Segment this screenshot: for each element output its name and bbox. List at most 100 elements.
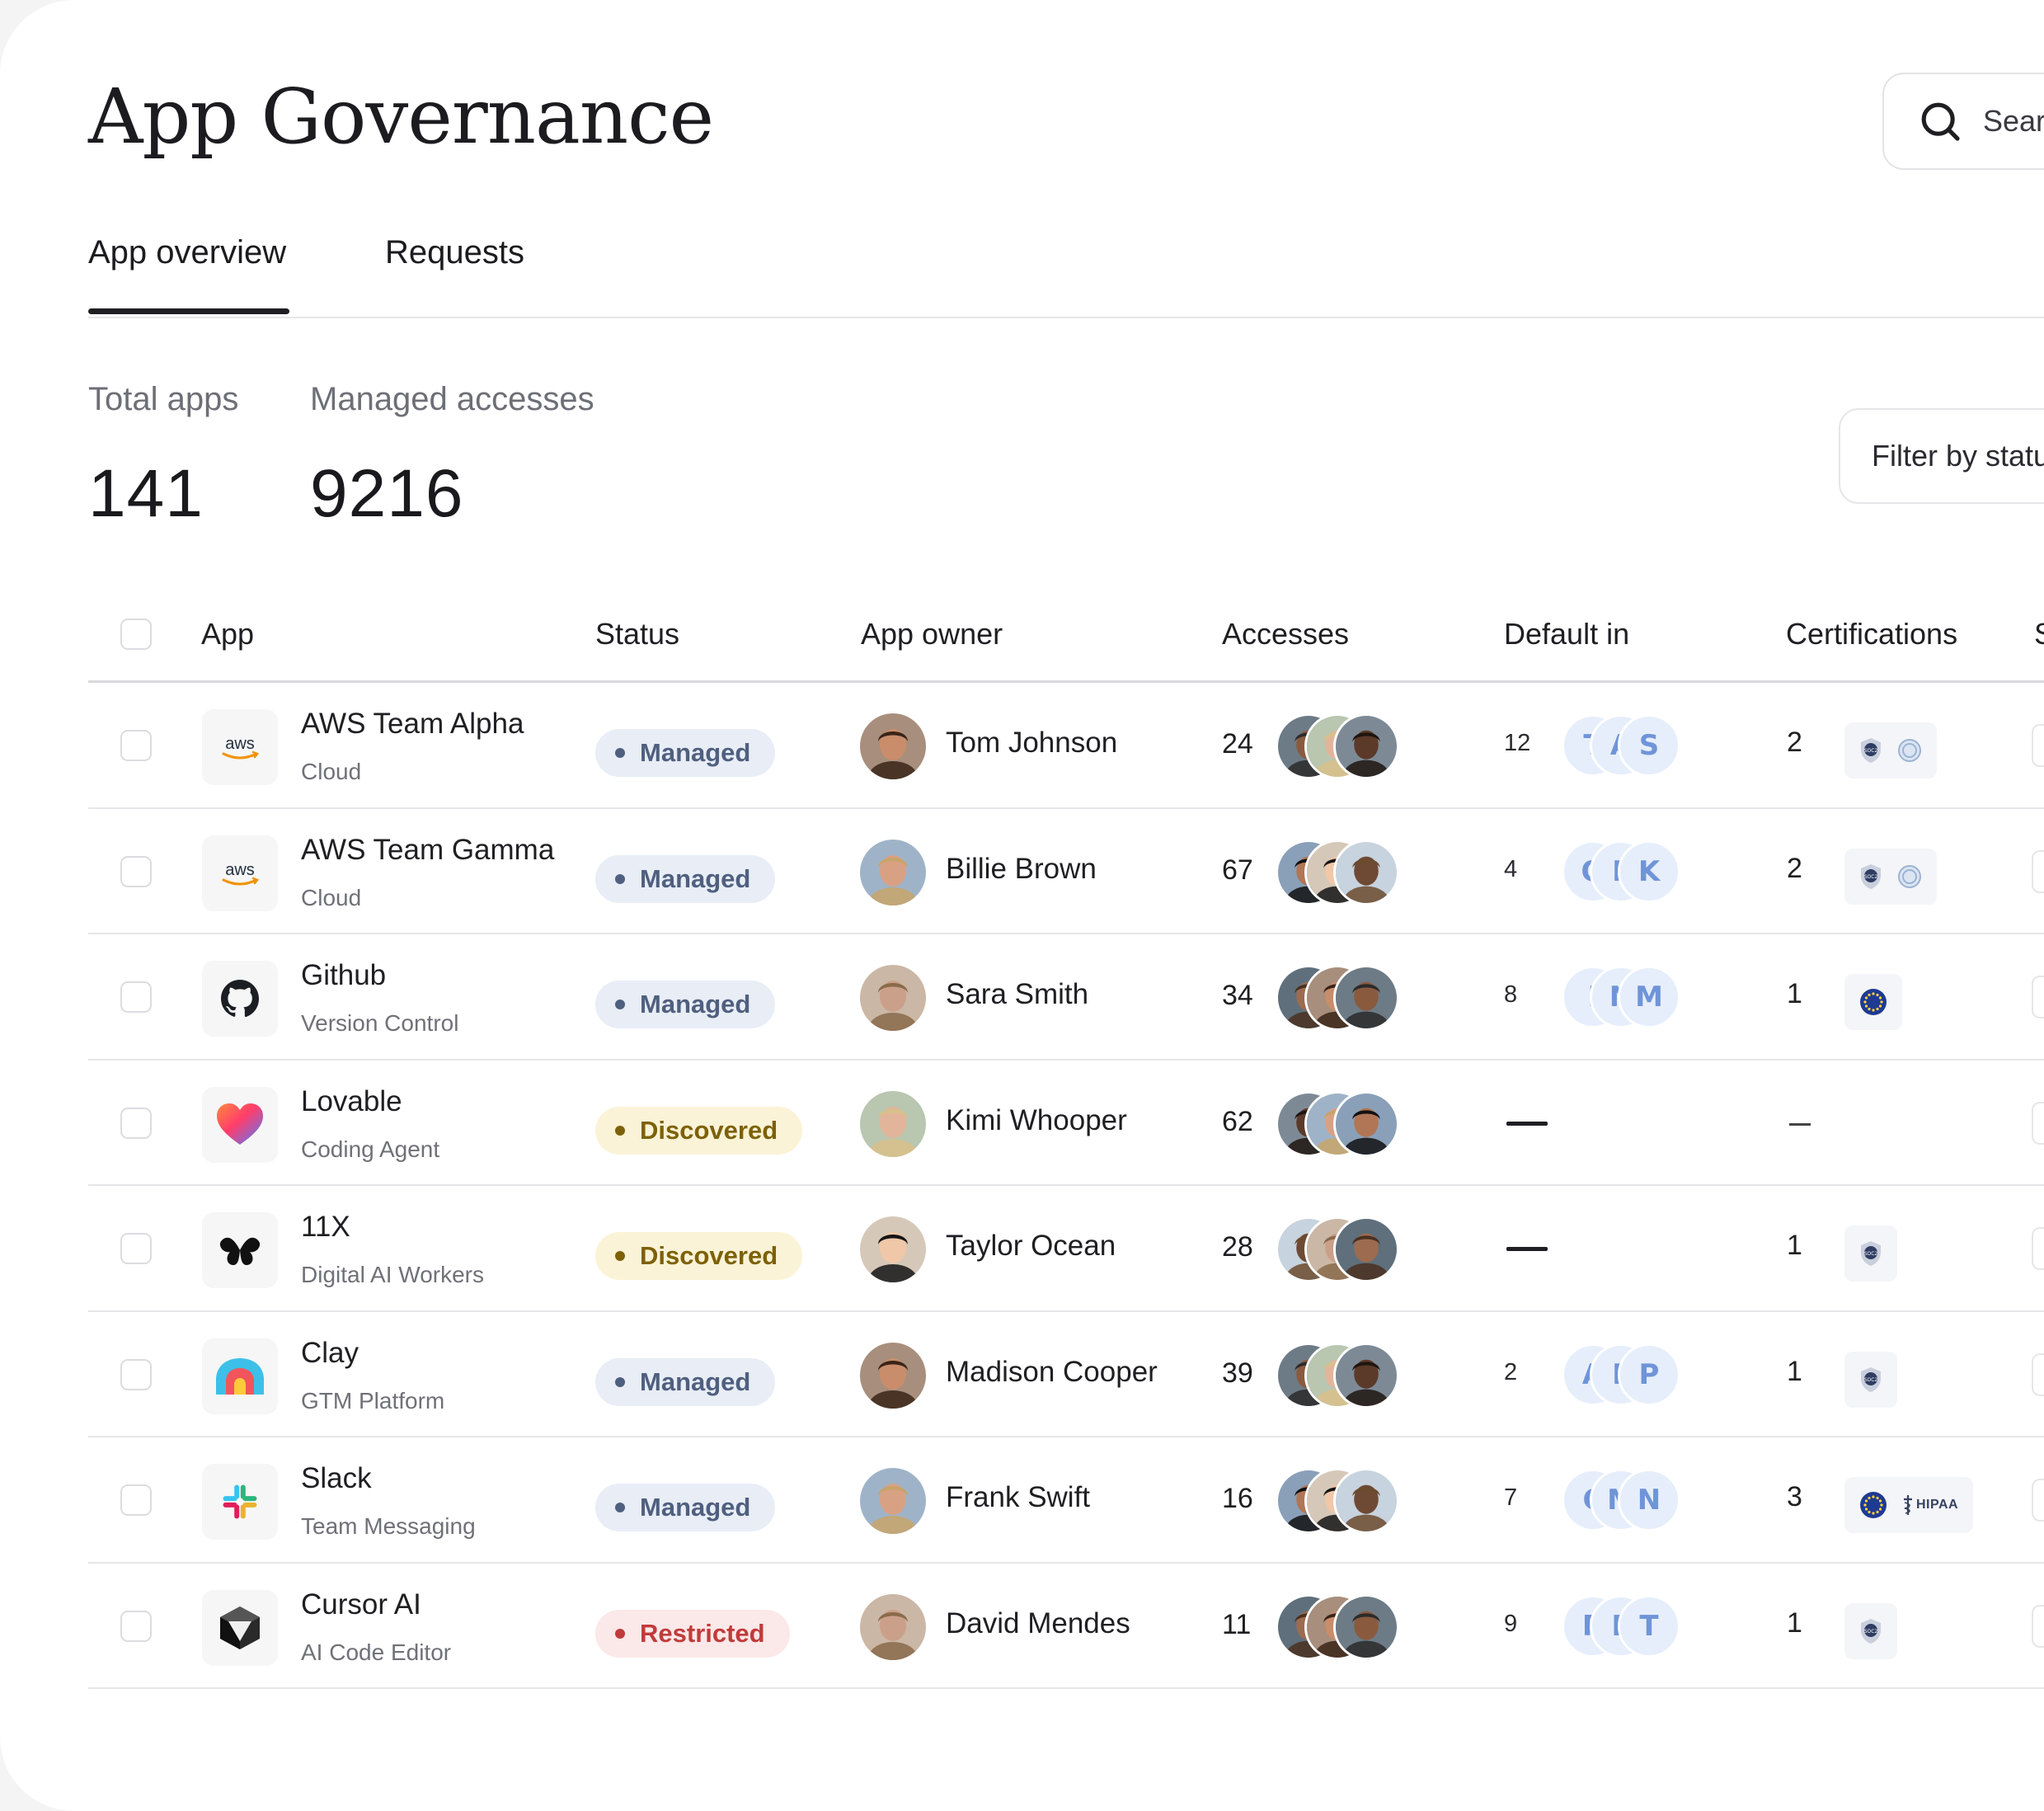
accesses-count: 34 [1222,980,1253,1011]
svg-text:SOC2: SOC2 [1864,1629,1878,1635]
accesses-avatar-stack[interactable] [1276,1090,1440,1157]
owner-avatar [860,965,926,1031]
owner-name[interactable]: David Mendes [946,1607,1130,1640]
table-row[interactable]: Cursor AI AI Code Editor Restricted David M… [88,1564,2044,1689]
column-header-app[interactable]: App [201,617,254,651]
certifications-badges[interactable]: SOC2 [1844,722,1937,778]
tab-requests[interactable]: Requests [385,234,524,271]
svg-text:aws: aws [225,861,255,879]
table-row[interactable]: aws AWS Team Gamma Cloud Managed Billie Brow… [88,809,2044,934]
owner-name[interactable]: Frank Swift [946,1481,1090,1514]
owner-avatar [860,1342,926,1409]
accesses-avatar-stack[interactable] [1276,1468,1440,1534]
row-checkbox[interactable] [120,855,152,887]
truncated-cell [2032,1479,2044,1522]
accesses-avatar-stack[interactable] [1276,1342,1440,1409]
accesses-avatar-stack[interactable] [1276,713,1440,779]
column-header-status[interactable]: Status [595,617,679,651]
certifications-badges[interactable]: SOC2 [1844,1351,1897,1408]
app-category: Cloud [301,759,362,784]
table-row[interactable]: aws AWS Team Alpha Cloud Managed Tom Johnson… [88,683,2044,809]
group-initial-chip: T [1618,1594,1680,1658]
select-all-checkbox[interactable] [120,619,152,650]
row-checkbox[interactable] [120,1107,152,1139]
accesses-avatar-stack[interactable] [1276,965,1440,1031]
status-badge: Managed [595,1357,776,1406]
app-name[interactable]: Slack [301,1462,372,1495]
row-checkbox[interactable] [120,1484,152,1516]
search-box[interactable] [1882,73,2044,170]
app-name[interactable]: Github [301,959,386,992]
row-checkbox[interactable] [120,1233,152,1264]
default-in-count: 8 [1504,981,1518,1008]
soc2-icon: SOC2 [1859,1240,1882,1267]
accesses-count: 28 [1222,1231,1253,1263]
default-in-group-stack[interactable]: RET [1562,1594,1718,1658]
column-header-truncated[interactable]: S [2034,617,2044,651]
row-checkbox[interactable] [120,730,152,761]
table-row[interactable]: Github Version Control Managed Sara Smith 34… [88,934,2044,1061]
column-header-certifications[interactable]: Certifications [1786,617,1957,651]
app-name[interactable]: AWS Team Gamma [301,834,554,867]
certifications-badges[interactable]: SOC2 [1844,1602,1897,1659]
status-badge: Discovered [595,1232,803,1280]
group-initial-chip: S [1618,714,1680,777]
clay-logo-icon [202,1338,278,1414]
column-header-app-owner[interactable]: App owner [861,617,1003,651]
app-name[interactable]: Cursor AI [301,1588,421,1621]
search-input[interactable] [1983,104,2044,139]
certifications-badges[interactable]: SOC2 [1844,848,1937,905]
column-header-accesses[interactable]: Accesses [1222,617,1349,651]
default-in-group-stack[interactable]: OLK [1562,840,1718,903]
row-checkbox[interactable] [120,1358,152,1390]
default-in-group-stack[interactable]: CMN [1562,1469,1718,1531]
aws-logo-icon: aws [202,709,278,785]
accesses-avatar-stack[interactable] [1276,839,1440,906]
default-in-group-stack[interactable]: ALP [1562,1343,1718,1406]
status-dot-icon [615,1125,625,1136]
status-label: Managed [640,990,751,1018]
table-row[interactable]: 11X Digital AI Workers Discovered Taylor Oc… [88,1186,2044,1312]
app-name[interactable]: AWS Team Alpha [301,708,524,741]
access-user-avatar [1333,839,1399,906]
default-in-group-stack[interactable]: INM [1562,966,1718,1028]
status-label: Restricted [640,1618,765,1648]
github-logo-icon [202,961,278,1037]
access-user-avatar [1333,1342,1399,1409]
certifications-badges[interactable]: SOC2 [1844,1225,1897,1282]
app-name[interactable]: 11X [301,1211,350,1244]
table-row[interactable]: Lovable Coding Agent Discovered Kimi Whoope… [88,1061,2044,1186]
stat-label-managed-accesses: Managed accesses [310,381,594,417]
table-body: aws AWS Team Alpha Cloud Managed Tom Johnson… [88,683,2044,1689]
owner-avatar [860,1468,926,1534]
app-name[interactable]: Lovable [301,1085,402,1118]
owner-name[interactable]: Billie Brown [946,853,1097,886]
empty-dash [1789,1122,1811,1126]
owner-name[interactable]: Tom Johnson [946,727,1117,760]
column-header-default-in[interactable]: Default in [1504,617,1629,651]
app-category: Digital AI Workers [301,1262,484,1287]
accesses-avatar-stack[interactable] [1276,1216,1440,1282]
truncated-cell [2032,724,2044,767]
row-checkbox[interactable] [120,981,152,1013]
stat-label-total-apps: Total apps [88,381,239,417]
certifications-badges[interactable]: HIPAA [1844,1477,1974,1533]
app-category: GTM Platform [301,1387,445,1414]
tab-app-overview[interactable]: App overview [88,234,289,314]
access-user-avatar [1333,1090,1399,1157]
accesses-avatar-stack[interactable] [1276,1593,1440,1660]
table-row[interactable]: Clay GTM Platform Managed Madison Cooper 39 2… [88,1312,2044,1437]
table-row[interactable]: Slack Team Messaging Managed Frank Swift 16 7… [88,1437,2044,1564]
group-initial-chip: P [1618,1343,1680,1406]
filter-by-status-dropdown[interactable]: Filter by status [1839,408,2044,504]
app-name[interactable]: Clay [301,1337,359,1370]
row-checkbox[interactable] [120,1610,152,1642]
certifications-badges[interactable] [1844,974,1902,1030]
owner-name[interactable]: Kimi Whooper [946,1104,1127,1137]
status-dot-icon [615,1503,625,1512]
default-in-group-stack[interactable]: TAS [1562,714,1718,777]
owner-name[interactable]: Madison Cooper [946,1356,1158,1389]
owner-name[interactable]: Sara Smith [946,978,1088,1011]
owner-name[interactable]: Taylor Ocean [946,1230,1116,1263]
certifications-count: 3 [1787,1481,1802,1512]
